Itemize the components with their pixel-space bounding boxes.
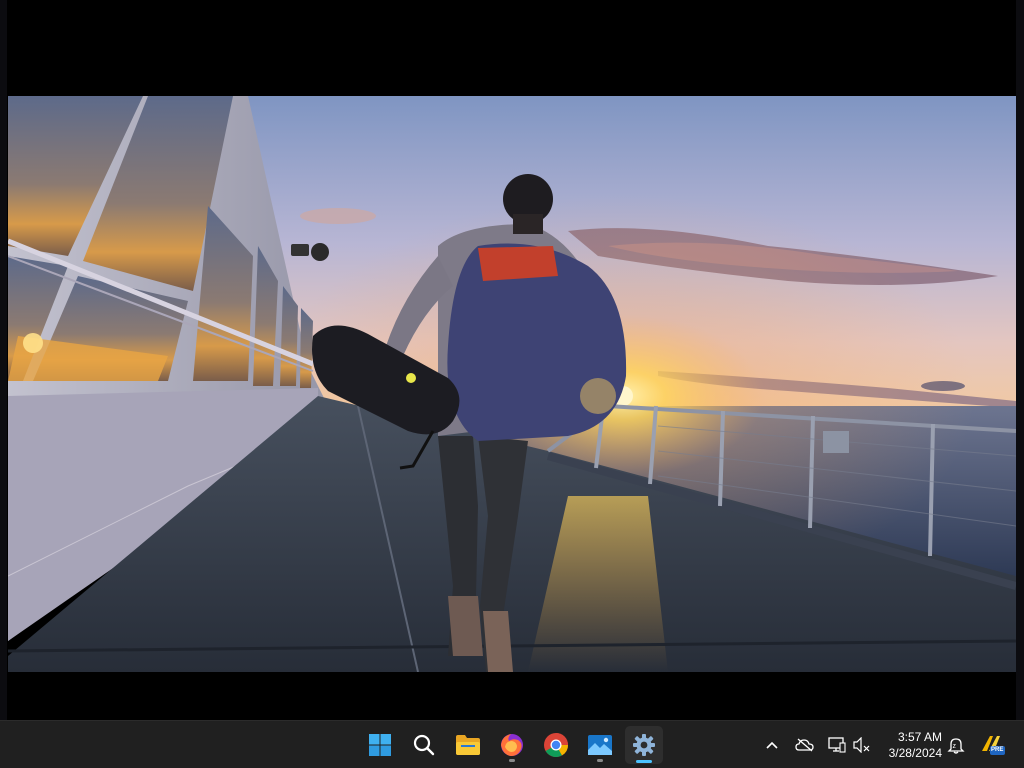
volume-muted-icon [853,737,870,753]
photo-viewer-window [0,0,1024,720]
search-icon [413,734,435,756]
volume-tray-button[interactable] [850,733,874,757]
app-tray-icon[interactable]: PRE [979,733,1007,757]
window-right-edge [1016,0,1024,720]
system-clock[interactable]: 3:57 AM 3/28/2024 [872,729,942,761]
network-tray-button[interactable] [825,733,849,757]
onedrive-tray-button[interactable] [793,733,817,757]
app-badge-icon [982,736,1005,755]
photos-button[interactable] [581,726,619,764]
running-indicator [509,759,515,762]
active-indicator [636,760,652,763]
folder-icon [456,735,480,755]
window-left-edge [0,0,7,720]
start-button[interactable] [361,726,399,764]
clock-date: 3/28/2024 [888,746,942,760]
taskbar: 3:57 AM 3/28/2024 z PRE [0,720,1024,768]
photos-icon [588,735,612,755]
clock-time: 3:57 AM [897,730,942,744]
show-hidden-icons-button[interactable] [760,733,784,757]
onedrive-offline-icon [795,738,814,752]
windows-logo-icon [369,734,391,756]
running-indicator [597,759,603,762]
gear-icon [633,734,655,756]
chrome-icon [544,733,568,758]
app-badge-label: PRE [991,747,1004,753]
chrome-button[interactable] [537,726,575,764]
settings-button[interactable] [625,726,663,764]
chevron-up-icon [766,741,778,749]
notification-bell-icon: z [947,738,965,754]
notification-center-button[interactable]: z [944,733,968,757]
photo-canvas[interactable] [8,96,1016,672]
search-button[interactable] [405,726,443,764]
network-icon [828,737,846,753]
svg-text:z: z [953,743,957,750]
firefox-button[interactable] [493,726,531,764]
firefox-icon [501,734,523,756]
sunset-ship-deck-photo [8,96,1016,672]
file-explorer-button[interactable] [449,726,487,764]
